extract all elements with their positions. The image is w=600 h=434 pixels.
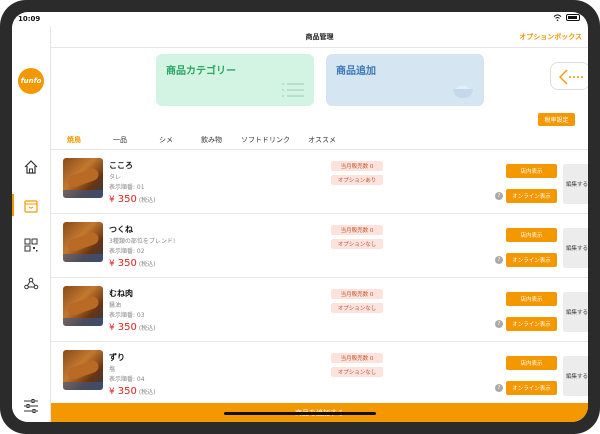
display-order: 表示順番: 03 bbox=[109, 312, 145, 319]
display-order: 表示順番: 01 bbox=[109, 184, 145, 191]
product-image bbox=[63, 222, 103, 262]
edit-button[interactable]: 編集する bbox=[563, 356, 588, 396]
online-display-button[interactable]: オンライン表示 bbox=[506, 317, 557, 331]
edit-button[interactable]: 編集する bbox=[563, 292, 588, 332]
help-icon[interactable]: ? bbox=[495, 384, 503, 392]
status-bar: 10:09 bbox=[12, 12, 588, 26]
product-name: こころ bbox=[109, 161, 133, 170]
page-title: 商品管理 bbox=[305, 33, 334, 41]
product-name: むね肉 bbox=[109, 289, 133, 298]
active-nav-indicator bbox=[12, 194, 14, 216]
product-category-card[interactable]: 商品カテゴリー bbox=[156, 54, 314, 106]
product-image bbox=[63, 158, 103, 198]
product-row: こころ タレ 表示順番: 01 ¥350 (税込) 当月販売数 0 オプションあり… bbox=[51, 150, 588, 214]
yen-sign: ¥ bbox=[109, 195, 115, 205]
brand-logo: funfo bbox=[18, 68, 44, 94]
list-icon bbox=[282, 83, 304, 97]
tax-note: (税込) bbox=[138, 197, 156, 204]
product-price: ¥350 (税込) bbox=[109, 258, 156, 269]
product-row: つくね 3種類の部位をブレンド! 表示順番: 02 ¥350 (税込) 当月販売数… bbox=[51, 214, 588, 278]
store-display-button[interactable]: 店内表示 bbox=[506, 164, 557, 178]
rice-bowl-icon bbox=[453, 85, 473, 98]
price-value: 350 bbox=[117, 386, 137, 397]
option-status-badge: オプションあり bbox=[331, 175, 383, 185]
status-icons bbox=[553, 14, 580, 21]
online-display-button[interactable]: オンライン表示 bbox=[506, 381, 557, 395]
display-order: 表示順番: 02 bbox=[109, 248, 145, 255]
battery-icon bbox=[566, 14, 580, 21]
yen-sign: ¥ bbox=[109, 259, 115, 269]
option-status-badge: オプションなし bbox=[331, 303, 383, 313]
price-value: 350 bbox=[117, 194, 137, 205]
monthly-sales-badge: 当月販売数 0 bbox=[331, 353, 383, 363]
product-price: ¥350 (税込) bbox=[109, 322, 156, 333]
product-name: ずり bbox=[109, 353, 125, 362]
product-name: つくね bbox=[109, 225, 133, 234]
edit-button[interactable]: 編集する bbox=[563, 228, 588, 268]
home-indicator bbox=[224, 412, 376, 415]
back-arrow-icon bbox=[559, 69, 583, 85]
settings-sliders-icon[interactable] bbox=[23, 398, 39, 414]
store-display-button[interactable]: 店内表示 bbox=[506, 228, 557, 242]
product-description: 塩 bbox=[109, 366, 116, 373]
tablet-frame: 10:09 funfo 商品管理 オプションボックス 商品カテゴリー 商品追加 … bbox=[0, 0, 600, 434]
online-display-button[interactable]: オンライン表示 bbox=[506, 189, 557, 203]
tab-shime[interactable]: シメ bbox=[159, 135, 173, 145]
option-box-link[interactable]: オプションボックス bbox=[519, 32, 582, 42]
sidebar: funfo bbox=[12, 26, 51, 422]
store-display-button[interactable]: 店内表示 bbox=[506, 356, 557, 370]
qr-code-icon[interactable] bbox=[23, 237, 39, 253]
tab-soft-drinks[interactable]: ソフトドリンク bbox=[241, 135, 290, 145]
product-description: タレ bbox=[109, 174, 122, 181]
home-icon[interactable] bbox=[23, 159, 39, 175]
app-screen: 10:09 funfo 商品管理 オプションボックス 商品カテゴリー 商品追加 … bbox=[12, 12, 588, 422]
product-row: むね肉 醤油 表示順番: 03 ¥350 (税込) 当月販売数 0 オプションなし… bbox=[51, 278, 588, 342]
display-order: 表示順番: 04 bbox=[109, 376, 145, 383]
price-value: 350 bbox=[117, 322, 137, 333]
option-status-badge: オプションなし bbox=[331, 367, 383, 377]
product-list: こころ タレ 表示順番: 01 ¥350 (税込) 当月販売数 0 オプションあり… bbox=[51, 150, 588, 402]
tax-note: (税込) bbox=[138, 261, 156, 268]
product-description: 醤油 bbox=[109, 302, 122, 309]
product-category-label: 商品カテゴリー bbox=[166, 66, 236, 77]
monthly-sales-badge: 当月販売数 0 bbox=[331, 161, 383, 171]
category-tabs: 焼鳥 一品 シメ 飲み物 ソフトドリンク オススメ bbox=[51, 132, 588, 150]
status-time: 10:09 bbox=[18, 15, 41, 23]
help-icon[interactable]: ? bbox=[495, 256, 503, 264]
monthly-sales-badge: 当月販売数 0 bbox=[331, 289, 383, 299]
product-description: 3種類の部位をブレンド! bbox=[109, 238, 176, 245]
yen-sign: ¥ bbox=[109, 323, 115, 333]
tab-recommended[interactable]: オススメ bbox=[308, 135, 336, 145]
product-add-card[interactable]: 商品追加 bbox=[326, 54, 484, 106]
product-row: ずり 塩 表示順番: 04 ¥350 (税込) 当月販売数 0 オプションなし 店… bbox=[51, 342, 588, 402]
store-display-button[interactable]: 店内表示 bbox=[506, 292, 557, 306]
tab-yakitori[interactable]: 焼鳥 bbox=[67, 135, 81, 145]
product-box-icon[interactable] bbox=[23, 198, 39, 214]
product-image bbox=[63, 286, 103, 326]
edit-button[interactable]: 編集する bbox=[563, 164, 588, 204]
wifi-icon bbox=[553, 14, 562, 21]
product-price: ¥350 (税込) bbox=[109, 194, 156, 205]
product-price: ¥350 (税込) bbox=[109, 386, 156, 397]
product-image bbox=[63, 350, 103, 390]
back-button[interactable] bbox=[550, 62, 588, 90]
monthly-sales-badge: 当月販売数 0 bbox=[331, 225, 383, 235]
help-icon[interactable]: ? bbox=[495, 320, 503, 328]
help-icon[interactable]: ? bbox=[495, 192, 503, 200]
yen-sign: ¥ bbox=[109, 387, 115, 397]
online-display-button[interactable]: オンライン表示 bbox=[506, 253, 557, 267]
share-icon[interactable] bbox=[23, 276, 39, 292]
product-add-label: 商品追加 bbox=[336, 66, 376, 77]
header-bar: 商品管理 オプションボックス bbox=[51, 26, 588, 48]
tax-rate-button[interactable]: 税率設定 bbox=[538, 113, 575, 126]
option-status-badge: オプションなし bbox=[331, 239, 383, 249]
tax-note: (税込) bbox=[138, 389, 156, 396]
tab-drinks[interactable]: 飲み物 bbox=[201, 135, 222, 145]
price-value: 350 bbox=[117, 258, 137, 269]
tax-note: (税込) bbox=[138, 325, 156, 332]
tab-ippin[interactable]: 一品 bbox=[113, 135, 127, 145]
